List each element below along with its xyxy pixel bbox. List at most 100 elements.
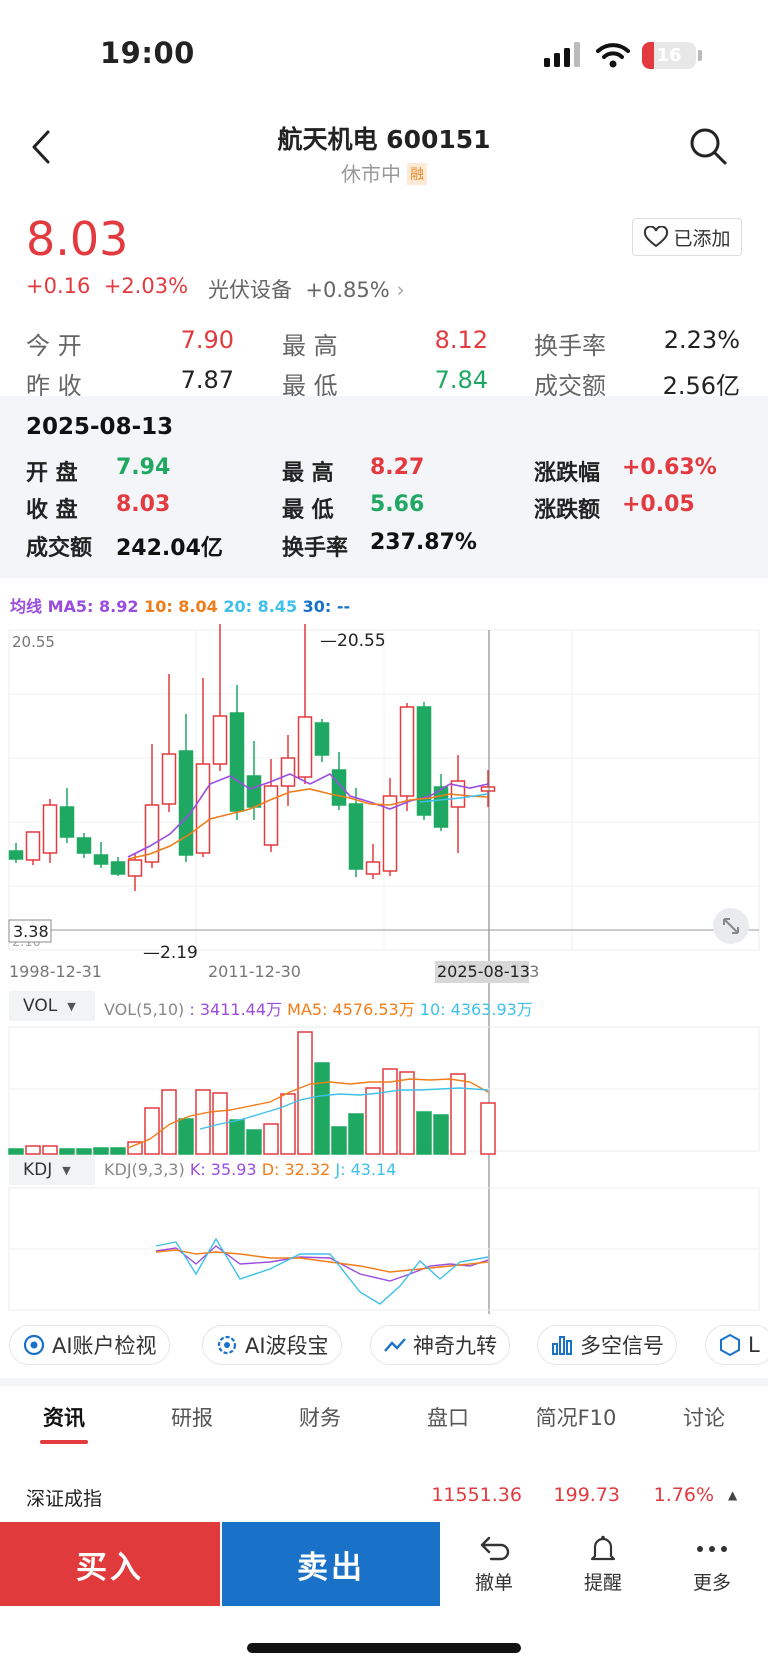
- kline-grid: [8, 629, 760, 951]
- battery-level: 16: [656, 45, 682, 66]
- sell-button[interactable]: 卖出: [222, 1522, 440, 1606]
- kline-chart[interactable]: 20.55 —20.55 —2.19 2.10 3.38 1998-12-31 …: [0, 624, 768, 1314]
- tab-research[interactable]: 研报: [137, 1402, 247, 1432]
- axis-top-label: 20.55: [12, 633, 55, 651]
- alert-button[interactable]: 提醒: [563, 1534, 643, 1595]
- volume-bar: [76, 1148, 92, 1155]
- candle-body: [42, 804, 58, 854]
- kdj-d: D: 32.32: [261, 1160, 331, 1179]
- min-price-value: 2.19: [160, 943, 198, 963]
- vol-selector[interactable]: VOL ▼: [9, 991, 95, 1021]
- volume-bar: [433, 1114, 449, 1155]
- ma30-value: 30: --: [302, 597, 351, 616]
- index-change: 199.73: [553, 1484, 620, 1506]
- crosshair-date: 2025-08-13: [437, 962, 530, 981]
- caret-down-icon: ▼: [67, 999, 76, 1013]
- alert-label: 提醒: [583, 1572, 622, 1594]
- panel-open-label: 开 盘: [26, 461, 78, 486]
- volume-bar: [59, 1148, 75, 1155]
- kdj-selector-label: KDJ: [23, 1160, 53, 1180]
- panel-chg: +0.05: [622, 492, 695, 517]
- tab-finance[interactable]: 财务: [265, 1402, 375, 1432]
- undo-icon: [480, 1536, 510, 1561]
- change-pct: +2.03%: [103, 274, 189, 298]
- tab-discuss[interactable]: 讨论: [649, 1402, 759, 1432]
- candle-body: [297, 716, 313, 778]
- status-time: 19:00: [100, 36, 195, 70]
- buy-button[interactable]: 买入: [0, 1522, 220, 1606]
- tab-orderbook[interactable]: 盘口: [393, 1402, 503, 1432]
- panel-high-label: 最 高: [282, 461, 334, 486]
- candle-body: [280, 757, 296, 787]
- gear-icon: [217, 1335, 237, 1355]
- home-indicator: [247, 1643, 521, 1653]
- ma-title: 均线: [10, 597, 43, 616]
- panel-pct-label: 涨跌幅: [534, 461, 601, 486]
- chip-label: L: [748, 1333, 760, 1357]
- low-value: 7.84: [434, 366, 488, 394]
- index-value: 11551.36: [431, 1484, 522, 1506]
- candle-body: [480, 786, 496, 792]
- kdj-selector[interactable]: KDJ ▼: [9, 1155, 95, 1185]
- fullscreen-button[interactable]: [713, 908, 749, 944]
- vol-value: : 3411.44万: [189, 1000, 283, 1019]
- volume-bar: [110, 1147, 126, 1155]
- volume-bar: [450, 1073, 466, 1155]
- panel-pct: +0.63%: [622, 455, 717, 480]
- chip-ai-band[interactable]: AI波段宝: [202, 1325, 342, 1365]
- chip-more[interactable]: L: [705, 1325, 768, 1365]
- ma10-value: 10: 8.04: [144, 597, 218, 616]
- page-title: 航天机电 600151: [0, 120, 768, 156]
- ma-legend: 均线 MA5: 8.92 10: 8.04 20: 8.45 30: --: [10, 593, 350, 617]
- candle-body: [246, 775, 262, 808]
- sector-link[interactable]: 光伏设备 +0.85% ›: [208, 274, 405, 304]
- panel-open: 7.94: [116, 455, 171, 480]
- volume-bar: [314, 1062, 330, 1155]
- ma5-value: MA5: 8.92: [47, 597, 139, 616]
- panel-low-label: 最 低: [282, 498, 334, 523]
- vol-ma5: MA5: 4576.53万: [287, 1000, 415, 1019]
- volume-bar: [331, 1126, 347, 1155]
- panel-chg-label: 涨跌额: [534, 498, 601, 523]
- chip-signal[interactable]: 多空信号: [537, 1325, 677, 1365]
- candle-body: [93, 854, 109, 865]
- tab-news[interactable]: 资讯: [9, 1402, 119, 1432]
- kdj-j: J: 43.14: [335, 1160, 397, 1179]
- chip-label: 多空信号: [580, 1334, 664, 1358]
- vol-legend: VOL(5,10) : 3411.44万 MA5: 4576.53万 10: 4…: [104, 996, 533, 1020]
- tab-profile[interactable]: 简况F10: [521, 1402, 631, 1432]
- panel-high: 8.27: [370, 455, 425, 480]
- ma20-value: 20: 8.45: [223, 597, 298, 616]
- volume-bar: [263, 1123, 279, 1155]
- volume-bar: [246, 1129, 262, 1155]
- search-icon[interactable]: [688, 126, 728, 166]
- candle-body: [229, 712, 245, 812]
- chip-ai-account[interactable]: AI账户检视: [9, 1325, 170, 1365]
- kdj-k: K: 35.93: [189, 1160, 257, 1179]
- cancel-order-button[interactable]: 撤单: [454, 1534, 534, 1595]
- max-price-label: —20.55: [320, 631, 386, 651]
- volume-bar: [480, 1102, 496, 1155]
- index-name[interactable]: 深证成指: [26, 1484, 102, 1511]
- cancel-order-label: 撤单: [474, 1572, 513, 1594]
- margin-badge: 融: [407, 163, 427, 185]
- heart-icon: [644, 226, 669, 248]
- high-label: 最 高: [282, 332, 338, 360]
- panel-turnover-label: 换手率: [282, 536, 349, 561]
- candle-body: [348, 803, 364, 870]
- prevclose-value: 7.87: [180, 366, 234, 394]
- vol-selector-label: VOL: [23, 996, 58, 1016]
- caret-up-icon[interactable]: ▲: [728, 1488, 737, 1502]
- volume-bar: [93, 1147, 109, 1155]
- volume-bars: [8, 1031, 496, 1155]
- battery-icon: 16: [642, 42, 696, 69]
- panel-date: 2025-08-13: [26, 414, 174, 440]
- more-button[interactable]: 更多: [672, 1534, 752, 1595]
- volume-bar: [144, 1107, 160, 1155]
- watchlist-button[interactable]: 已添加: [632, 218, 742, 256]
- volume-bar: [195, 1089, 211, 1155]
- chip-nine-turn[interactable]: 神奇九转: [370, 1325, 510, 1365]
- candle-body: [399, 706, 415, 797]
- candle-body: [212, 715, 228, 765]
- volume-bar: [365, 1087, 381, 1155]
